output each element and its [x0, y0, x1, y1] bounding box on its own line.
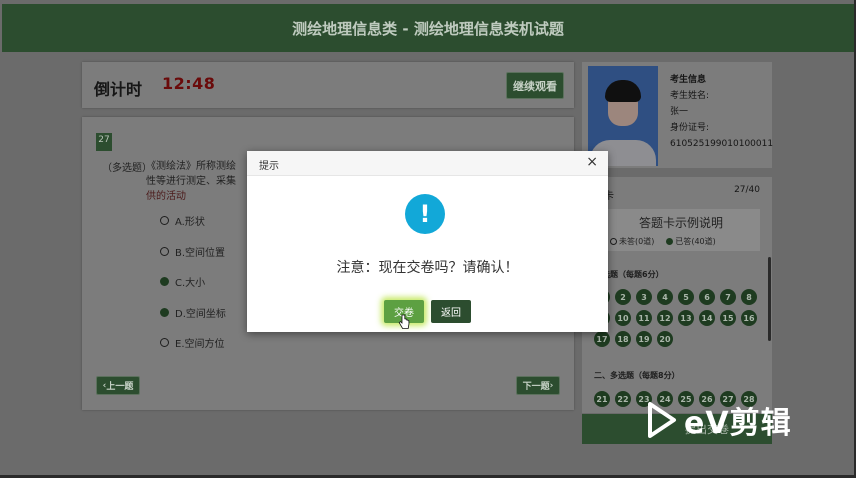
- legend-title: 答题卡示例说明: [638, 216, 723, 230]
- legend-unanswered: 未答(0道): [610, 236, 654, 247]
- option-e-label: E.空间方位: [175, 339, 225, 350]
- exclamation-icon: !: [405, 194, 445, 234]
- option-a-label: A.形状: [175, 217, 205, 228]
- timer-value: 12:48: [162, 74, 216, 93]
- dialog-header: 提示 ×: [247, 151, 608, 176]
- back-button[interactable]: 返回: [431, 300, 471, 323]
- answer-card-legend: 答题卡示例说明 未答(0道) 已答(40道): [602, 209, 760, 251]
- candidate-name-value: 张一: [670, 107, 689, 117]
- watermark-text: eV剪辑: [684, 406, 792, 441]
- single-choice-grid: 1234567891011121314151617181920: [594, 289, 762, 347]
- watermark: eV剪辑: [640, 398, 792, 442]
- option-d[interactable]: D.空间坐标: [160, 305, 226, 320]
- answered-dot-icon: [666, 238, 674, 245]
- answer-card-panel: 题卡 27/40 答题卡示例说明 未答(0道) 已答(40道) 单选题（每题6分…: [582, 177, 772, 413]
- play-icon: [648, 402, 676, 438]
- option-a-radio[interactable]: [160, 216, 169, 225]
- answer-card-count: 27/40: [734, 185, 760, 195]
- timer-panel: 倒计时 12:48 继续观看: [82, 62, 574, 108]
- answer-card-number[interactable]: 19: [636, 331, 652, 347]
- legend-answered: 已答(40道): [666, 236, 716, 247]
- option-b-label: B.空间位置: [175, 248, 226, 259]
- question-text-line3: 供的活动: [146, 191, 186, 202]
- answer-card-number[interactable]: 4: [657, 289, 673, 305]
- option-c[interactable]: C.大小: [160, 274, 205, 289]
- answer-card-number[interactable]: 11: [636, 310, 652, 326]
- prev-question-button[interactable]: ‹ 上一题: [96, 376, 140, 395]
- candidate-info-panel: 考生信息 考生姓名: 张一 身份证号: 610525199010100011: [582, 62, 773, 168]
- question-text-line2: 性等进行测定、采集: [146, 176, 236, 187]
- page-header: 测绘地理信息类 - 测绘地理信息类机试题: [2, 4, 854, 52]
- candidate-id-value: 610525199010100011: [670, 139, 774, 149]
- option-b-radio[interactable]: [160, 247, 169, 256]
- answer-card-number[interactable]: 12: [657, 310, 673, 326]
- answer-card-number[interactable]: 16: [741, 310, 757, 326]
- answer-card-number[interactable]: 3: [636, 289, 652, 305]
- continue-watching-button[interactable]: 继续观看: [506, 72, 564, 99]
- answer-card-number[interactable]: 22: [615, 391, 631, 407]
- answer-card-number[interactable]: 14: [699, 310, 715, 326]
- next-question-label: 下一题: [522, 382, 550, 392]
- answer-card-number[interactable]: 6: [699, 289, 715, 305]
- question-number-badge: 27: [96, 133, 112, 151]
- next-question-button[interactable]: 下一题 ›: [516, 376, 560, 395]
- answer-card-scrollbar[interactable]: [768, 257, 771, 341]
- option-e-radio[interactable]: [160, 338, 169, 347]
- answer-card-number[interactable]: 2: [615, 289, 631, 305]
- candidate-id-label: 身份证号:: [670, 123, 710, 133]
- answer-card-number[interactable]: 5: [678, 289, 694, 305]
- section-multi-title: 二、多选题（每题8分）: [594, 371, 680, 380]
- candidate-info: 考生信息 考生姓名: 张一 身份证号: 610525199010100011: [670, 72, 773, 152]
- dialog-title: 提示: [259, 161, 279, 172]
- option-e[interactable]: E.空间方位: [160, 335, 225, 350]
- chevron-right-icon: ›: [549, 380, 554, 391]
- question-text-line1: 《测绘法》所称测绘: [146, 161, 236, 172]
- page-title: 测绘地理信息类 - 测绘地理信息类机试题: [292, 19, 564, 38]
- answer-card-number[interactable]: 10: [615, 310, 631, 326]
- candidate-info-title: 考生信息: [670, 75, 707, 85]
- answer-card-number[interactable]: 7: [720, 289, 736, 305]
- answer-card-number[interactable]: 15: [720, 310, 736, 326]
- close-icon[interactable]: ×: [586, 154, 598, 170]
- option-d-label: D.空间坐标: [175, 309, 226, 320]
- answer-card-number[interactable]: 8: [741, 289, 757, 305]
- confirm-dialog: 提示 × ! 注意：现在交卷吗？请确认！ 交卷 返回: [247, 151, 608, 332]
- question-type: （多选题）: [102, 163, 152, 174]
- answer-card-number[interactable]: 13: [678, 310, 694, 326]
- option-c-label: C.大小: [175, 278, 206, 289]
- answer-card-number[interactable]: 18: [615, 331, 631, 347]
- dialog-message: 注意：现在交卷吗？请确认！: [336, 260, 519, 276]
- option-d-radio[interactable]: [160, 308, 169, 317]
- option-b[interactable]: B.空间位置: [160, 244, 225, 259]
- answer-card-number[interactable]: 21: [594, 391, 610, 407]
- timer-label: 倒计时: [94, 80, 143, 99]
- option-a[interactable]: A.形状: [160, 213, 205, 228]
- answer-card-number[interactable]: 17: [594, 331, 610, 347]
- hand-cursor-icon: [398, 314, 410, 329]
- option-c-radio[interactable]: [160, 277, 169, 286]
- unanswered-dot-icon: [610, 238, 617, 245]
- prev-question-label: 上一题: [106, 382, 134, 392]
- candidate-name-label: 考生姓名:: [670, 91, 710, 101]
- question-text: 《测绘法》所称测绘 性等进行测定、采集 供的活动: [146, 159, 246, 204]
- answer-card-number[interactable]: 20: [657, 331, 673, 347]
